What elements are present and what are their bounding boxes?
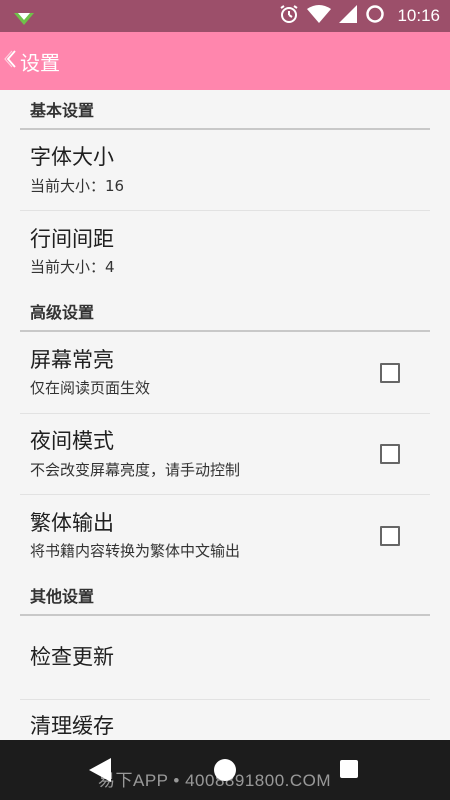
section-header-advanced: 高级设置 (20, 292, 430, 332)
pref-clear-cache[interactable]: 清理缓存 (20, 700, 430, 740)
status-icons: 10:16 (279, 0, 440, 32)
back-button[interactable]: 设置 (4, 47, 60, 76)
status-bar: 10:16 (0, 0, 450, 32)
nav-recent-apps-icon[interactable] (340, 760, 358, 778)
screen-on-checkbox[interactable] (380, 362, 400, 383)
pref-summary: 当前大小：16 (30, 176, 125, 195)
section-header-basic: 基本设置 (20, 90, 430, 130)
navigation-bar: 易下APP • 4008891800.COM (0, 740, 450, 800)
settings-list[interactable]: 基本设置 字体大小 当前大小：16 行间间距 当前大小：4 高级设置 屏幕常亮 … (0, 90, 450, 740)
night-mode-checkbox[interactable] (380, 444, 400, 464)
app-bar: 设置 (0, 32, 450, 90)
pref-title: 夜间模式 (30, 429, 114, 454)
pref-summary: 当前大小：4 (30, 258, 115, 277)
pref-title: 屏幕常亮 (30, 347, 114, 372)
pref-summary: 将书籍内容转换为繁体中文输出 (30, 542, 241, 561)
alarm-icon (279, 4, 299, 28)
watermark: 易下APP • 4008891800.COM (98, 771, 332, 790)
pref-check-update[interactable]: 检查更新 (20, 616, 430, 700)
pref-title: 行间间距 (30, 226, 114, 251)
wifi-icon (307, 5, 332, 27)
pref-title: 繁体输出 (30, 510, 114, 535)
pref-font-size[interactable]: 字体大小 当前大小：16 (20, 130, 430, 211)
traditional-checkbox[interactable] (380, 525, 400, 546)
pref-title: 字体大小 (30, 145, 114, 170)
pref-line-spacing[interactable]: 行间间距 当前大小：4 (20, 211, 430, 292)
pref-summary: 不会改变屏幕亮度，请手动控制 (30, 460, 241, 479)
app-notification-icon (14, 10, 34, 29)
pref-title: 清理缓存 (30, 714, 114, 738)
section-header-other: 其他设置 (20, 576, 430, 616)
pref-night-mode[interactable]: 夜间模式 不会改变屏幕亮度，请手动控制 (20, 414, 430, 495)
pref-summary: 仅在阅读页面生效 (30, 379, 151, 398)
battery-icon (365, 4, 385, 28)
pref-title: 检查更新 (30, 644, 114, 669)
chevron-left-icon (4, 48, 18, 75)
pref-traditional-chinese[interactable]: 繁体输出 将书籍内容转换为繁体中文输出 (20, 495, 430, 576)
page-title: 设置 (20, 50, 60, 75)
signal-icon (339, 5, 358, 27)
pref-screen-on[interactable]: 屏幕常亮 仅在阅读页面生效 (20, 332, 430, 414)
status-time: 10:16 (397, 6, 440, 25)
